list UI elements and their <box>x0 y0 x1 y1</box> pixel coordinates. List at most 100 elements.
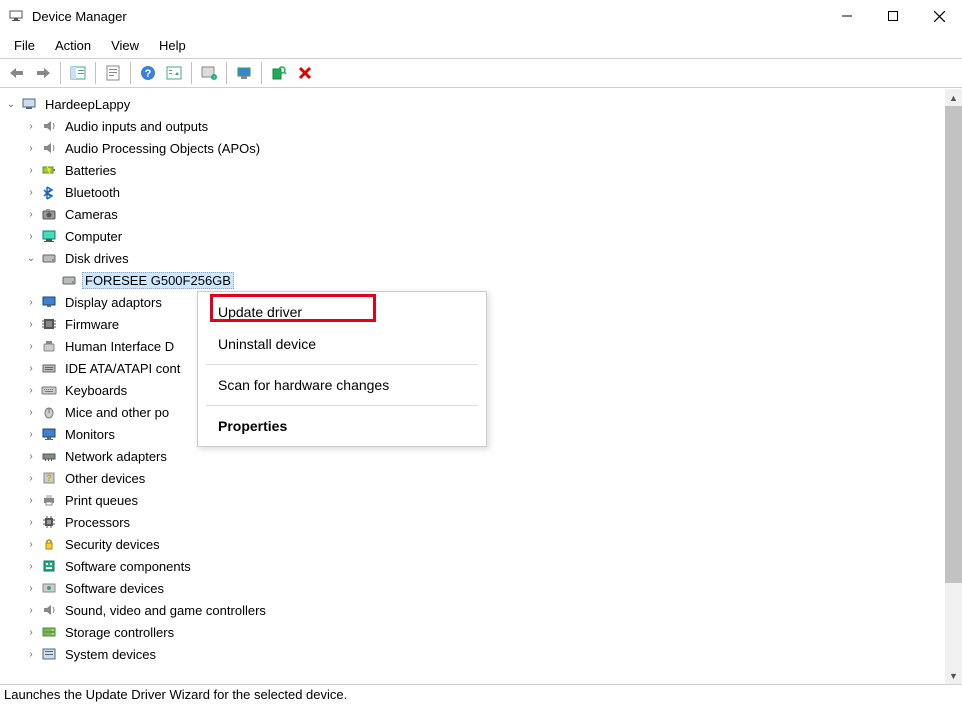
tree-device-node[interactable]: FORESEE G500F256GB <box>4 269 945 291</box>
tree-category-node[interactable]: ›?Other devices <box>4 467 945 489</box>
chevron-right-icon[interactable]: › <box>24 141 38 155</box>
toolbar-update-driver-button[interactable]: ↑ <box>196 60 222 86</box>
maximize-button[interactable] <box>870 0 916 32</box>
menu-view[interactable]: View <box>101 34 149 57</box>
statusbar-text: Launches the Update Driver Wizard for th… <box>4 687 347 702</box>
chevron-right-icon[interactable]: › <box>24 603 38 617</box>
tree-node-label: Disk drives <box>62 250 132 267</box>
chevron-down-icon[interactable]: ⌄ <box>4 97 18 111</box>
storage-icon <box>40 623 58 641</box>
svg-text:↑: ↑ <box>213 76 216 82</box>
ctx-scan-hardware[interactable]: Scan for hardware changes <box>198 369 486 401</box>
chevron-right-icon[interactable]: › <box>24 317 38 331</box>
scrollbar-track[interactable] <box>945 106 962 667</box>
chevron-right-icon[interactable]: › <box>24 493 38 507</box>
toolbar-separator <box>191 62 192 84</box>
tree-node-label: Software devices <box>62 580 167 597</box>
keyboard-icon <box>40 381 58 399</box>
ctx-properties[interactable]: Properties <box>198 410 486 442</box>
chevron-right-icon[interactable]: › <box>24 427 38 441</box>
tree-category-node[interactable]: › Processors <box>4 511 945 533</box>
chevron-right-icon[interactable]: › <box>24 647 38 661</box>
tree-category-node[interactable]: ›Cameras <box>4 203 945 225</box>
chevron-right-icon[interactable]: › <box>24 185 38 199</box>
chevron-right-icon[interactable]: › <box>24 119 38 133</box>
toolbar-showhide-button[interactable] <box>65 60 91 86</box>
chevron-right-icon[interactable]: › <box>24 449 38 463</box>
toolbar-uninstall-button[interactable] <box>292 60 318 86</box>
menu-help[interactable]: Help <box>149 34 196 57</box>
swdev-icon <box>40 579 58 597</box>
tree-category-node[interactable]: ›Software components <box>4 555 945 577</box>
tree-category-node[interactable]: › Computer <box>4 225 945 247</box>
menu-action[interactable]: Action <box>45 34 101 57</box>
tree-category-node[interactable]: ›Security devices <box>4 533 945 555</box>
chevron-right-icon[interactable]: › <box>24 229 38 243</box>
toolbar-separator <box>130 62 131 84</box>
toolbar-back-button[interactable] <box>4 60 30 86</box>
chevron-right-icon[interactable]: › <box>24 537 38 551</box>
toolbar-properties-button[interactable] <box>100 60 126 86</box>
tree-category-node[interactable]: › Storage controllers <box>4 621 945 643</box>
chevron-right-icon[interactable]: › <box>24 471 38 485</box>
chevron-right-icon[interactable]: › <box>24 295 38 309</box>
tree-node-label: Other devices <box>62 470 148 487</box>
cpu-icon <box>40 513 58 531</box>
chevron-right-icon[interactable]: › <box>24 361 38 375</box>
tree-category-node[interactable]: ›Batteries <box>4 159 945 181</box>
tree-category-node[interactable]: › Audio inputs and outputs <box>4 115 945 137</box>
scrollbar-down-button[interactable]: ▼ <box>945 667 962 684</box>
app-icon <box>8 8 24 24</box>
tree-node-label: Firmware <box>62 316 122 333</box>
expander-empty <box>44 273 58 287</box>
chevron-right-icon[interactable]: › <box>24 207 38 221</box>
chevron-right-icon[interactable]: › <box>24 581 38 595</box>
chevron-right-icon[interactable]: › <box>24 383 38 397</box>
tree-node-label: Processors <box>62 514 133 531</box>
tree-category-node[interactable]: ›Print queues <box>4 489 945 511</box>
toolbar-forward-button[interactable] <box>30 60 56 86</box>
mouse-icon <box>40 403 58 421</box>
ide-icon <box>40 359 58 377</box>
chevron-down-icon[interactable]: ⌄ <box>24 251 38 265</box>
tree-category-node[interactable]: ›System devices <box>4 643 945 665</box>
chevron-right-icon[interactable]: › <box>24 515 38 529</box>
tree-category-node[interactable]: ⌄ Disk drives <box>4 247 945 269</box>
toolbar-help-button[interactable]: ? <box>135 60 161 86</box>
tree-node-label: Display adaptors <box>62 294 165 311</box>
chevron-right-icon[interactable]: › <box>24 163 38 177</box>
chevron-right-icon[interactable]: › <box>24 625 38 639</box>
window-controls <box>824 0 962 32</box>
tree-node-label: Audio inputs and outputs <box>62 118 211 135</box>
toolbar-showhidden-button[interactable] <box>161 60 187 86</box>
scrollbar-up-button[interactable]: ▲ <box>945 89 962 106</box>
bluetooth-icon <box>40 183 58 201</box>
tree-category-node[interactable]: ›Bluetooth <box>4 181 945 203</box>
ctx-uninstall-device[interactable]: Uninstall device <box>198 328 486 360</box>
toolbar-scan-button[interactable] <box>266 60 292 86</box>
minimize-button[interactable] <box>824 0 870 32</box>
close-button[interactable] <box>916 0 962 32</box>
scrollbar-thumb[interactable] <box>945 106 962 583</box>
toolbar-enable-button[interactable] <box>231 60 257 86</box>
menu-file[interactable]: File <box>4 34 45 57</box>
vertical-scrollbar[interactable]: ▲ ▼ <box>945 89 962 684</box>
tree-node-label: Sound, video and game controllers <box>62 602 269 619</box>
tree-node-label: Computer <box>62 228 125 245</box>
chevron-right-icon[interactable]: › <box>24 339 38 353</box>
toolbar-separator <box>261 62 262 84</box>
tree-category-node[interactable]: ›Audio Processing Objects (APOs) <box>4 137 945 159</box>
monitor-icon <box>40 425 58 443</box>
tree-root-node[interactable]: ⌄ HardeepLappy <box>4 93 945 115</box>
chevron-right-icon[interactable]: › <box>24 559 38 573</box>
tree-node-label: Storage controllers <box>62 624 177 641</box>
toolbar-separator <box>60 62 61 84</box>
tree-category-node[interactable]: ›Network adapters <box>4 445 945 467</box>
tree-node-label: Mice and other po <box>62 404 172 421</box>
disk-icon <box>40 249 58 267</box>
tree-node-label: Monitors <box>62 426 118 443</box>
tree-category-node[interactable]: › Sound, video and game controllers <box>4 599 945 621</box>
ctx-update-driver[interactable]: Update driver <box>198 296 486 328</box>
tree-category-node[interactable]: › Software devices <box>4 577 945 599</box>
chevron-right-icon[interactable]: › <box>24 405 38 419</box>
